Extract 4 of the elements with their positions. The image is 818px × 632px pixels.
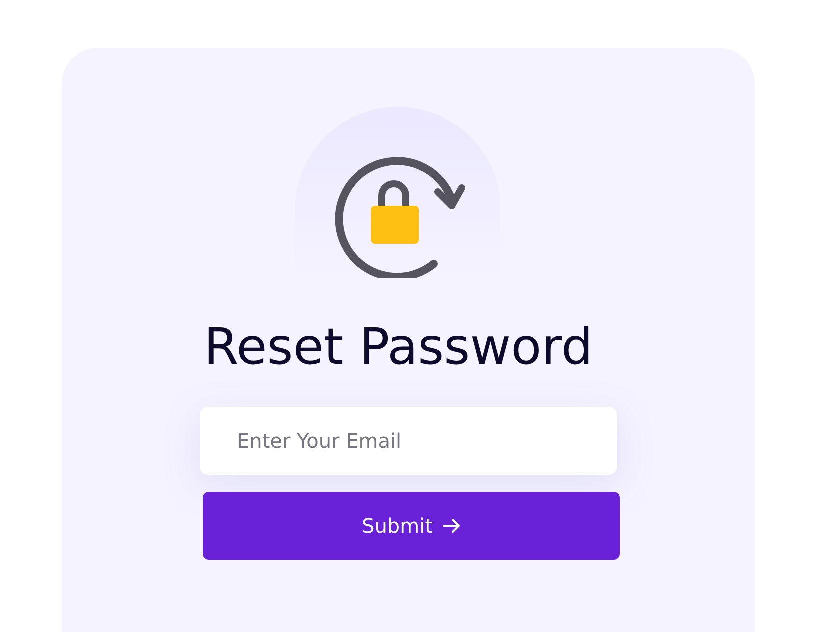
email-field[interactable]: Enter Your Email	[200, 407, 617, 475]
submit-button[interactable]: Submit	[203, 492, 620, 560]
page-title: Reset Password	[204, 317, 594, 377]
arrow-right-icon	[442, 518, 461, 534]
